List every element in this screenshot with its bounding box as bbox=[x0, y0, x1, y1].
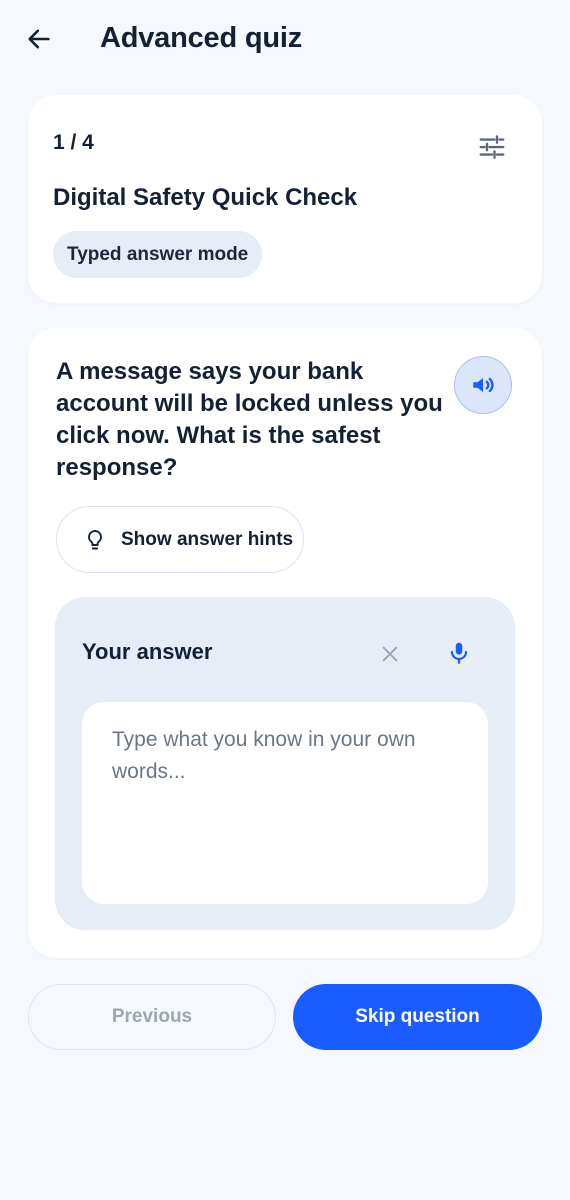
lightbulb-icon bbox=[88, 529, 102, 549]
speaker-icon bbox=[473, 377, 494, 393]
answer-label: Your answer bbox=[82, 639, 213, 664]
sliders-icon bbox=[479, 135, 505, 159]
skip-question-button[interactable]: Skip question bbox=[293, 984, 542, 1050]
question-text: A message says your bank account will be… bbox=[56, 358, 443, 481]
previous-button[interactable]: Previous bbox=[28, 984, 276, 1050]
back-button[interactable] bbox=[16, 16, 62, 62]
quiz-title: Digital Safety Quick Check bbox=[53, 184, 358, 211]
voice-input-button[interactable] bbox=[441, 635, 477, 671]
page-title: Advanced quiz bbox=[100, 22, 303, 54]
clear-answer-button[interactable] bbox=[373, 637, 407, 671]
microphone-icon bbox=[450, 642, 468, 664]
answer-mode-badge: Typed answer mode bbox=[53, 231, 263, 278]
answer-panel: Your answer bbox=[55, 597, 515, 930]
question-progress: 1 / 4 bbox=[53, 131, 94, 154]
answer-input[interactable] bbox=[82, 702, 488, 904]
quiz-settings-button[interactable] bbox=[472, 127, 512, 167]
show-hints-button[interactable]: Show answer hints bbox=[56, 506, 304, 573]
read-aloud-button[interactable] bbox=[454, 356, 512, 414]
quiz-info-card: 1 / 4 Digital Safety Quick Check Typed a… bbox=[28, 95, 542, 303]
top-bar: Advanced quiz bbox=[0, 0, 570, 78]
close-icon bbox=[382, 646, 398, 662]
arrow-left-icon bbox=[28, 29, 50, 49]
question-card: A message says your bank account will be… bbox=[28, 328, 542, 958]
show-hints-label: Show answer hints bbox=[121, 528, 294, 550]
